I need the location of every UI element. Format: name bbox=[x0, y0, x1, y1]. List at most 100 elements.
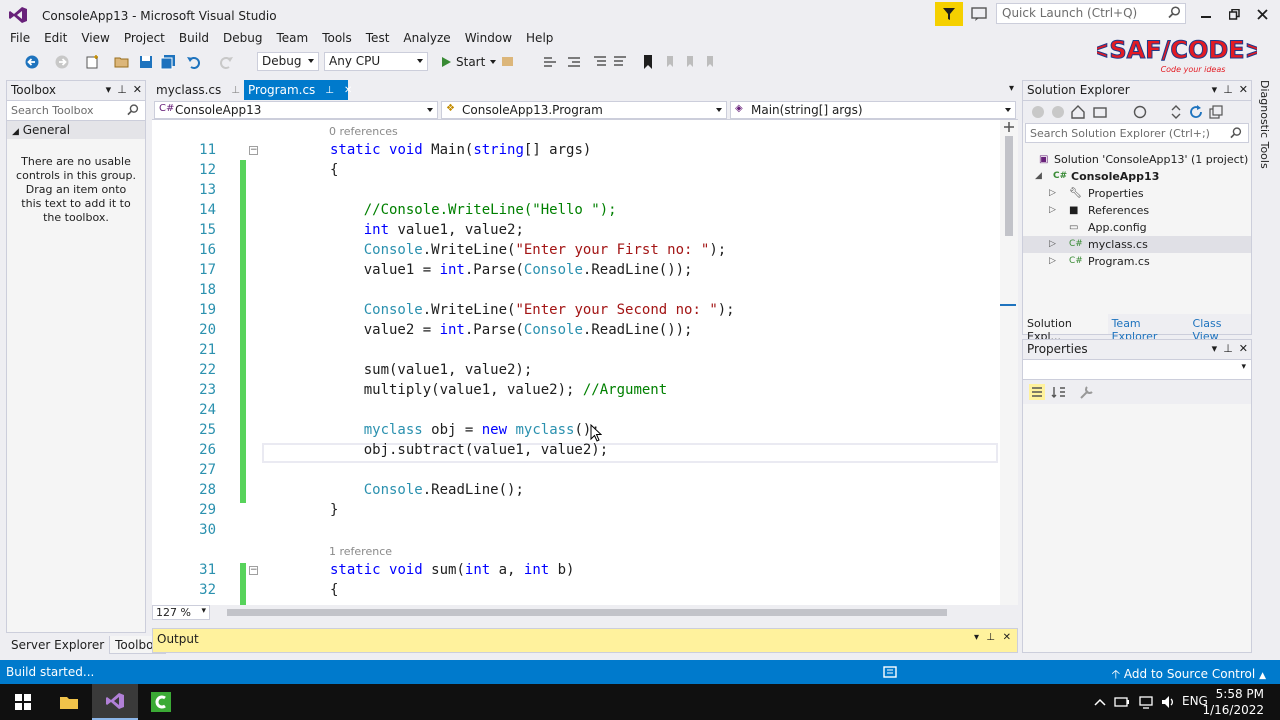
save-all-icon[interactable] bbox=[160, 54, 176, 70]
switch-views-icon[interactable] bbox=[1093, 105, 1107, 119]
close-tab-icon[interactable]: ✕ bbox=[344, 85, 352, 96]
code-line[interactable]: 12 { bbox=[152, 160, 1002, 180]
pending-changes-filter-icon[interactable] bbox=[1133, 105, 1147, 119]
diagnostic-tools-tab[interactable]: Diagnostic Tools bbox=[1256, 80, 1274, 170]
tab-class-view[interactable]: Class View bbox=[1189, 314, 1251, 343]
tab-myclass-cs[interactable]: myclass.cs ⊥ bbox=[152, 80, 244, 100]
code-line[interactable]: 29} bbox=[152, 500, 1002, 520]
code-line[interactable]: 31 static void sum(int a, int b) bbox=[152, 560, 1002, 580]
redo-icon[interactable] bbox=[218, 54, 234, 70]
toolbox-search-input[interactable]: Search Toolbox bbox=[7, 101, 145, 121]
menu-test[interactable]: Test bbox=[359, 30, 397, 48]
taskbar-clock[interactable]: 5:58 PM 1/16/2022 bbox=[1202, 686, 1264, 718]
close-window-button[interactable] bbox=[1252, 4, 1272, 24]
pin-icon[interactable]: ⊥ bbox=[117, 83, 127, 96]
menu-team[interactable]: Team bbox=[269, 30, 315, 48]
solution-platform-select[interactable]: Any CPU bbox=[324, 52, 428, 71]
tree-item-myclass-cs[interactable]: ▷ C# myclass.cs bbox=[1023, 236, 1251, 253]
menu-view[interactable]: View bbox=[74, 30, 116, 48]
menu-file[interactable]: File bbox=[0, 30, 37, 48]
home-icon[interactable] bbox=[1071, 105, 1085, 119]
close-icon[interactable]: ✕ bbox=[133, 83, 142, 96]
menu-build[interactable]: Build bbox=[172, 30, 216, 48]
clear-bookmarks-icon[interactable] bbox=[702, 54, 718, 70]
project-navigation-select[interactable]: C# ConsoleApp13 bbox=[154, 101, 438, 119]
code-line[interactable]: 11 static void Main(string[] args) bbox=[152, 140, 1002, 160]
collapse-all-icon[interactable] bbox=[1209, 105, 1223, 119]
toolbox-group-general[interactable]: ◢ General bbox=[7, 121, 145, 139]
forward-icon[interactable] bbox=[1051, 105, 1065, 119]
code-line[interactable]: 15 int value1, value2; bbox=[152, 220, 1002, 240]
code-line[interactable]: 30 bbox=[152, 520, 1002, 540]
tree-item-properties[interactable]: ▷ 🔧︎ Properties bbox=[1023, 185, 1251, 202]
pin-icon[interactable]: ⊥ bbox=[1223, 83, 1233, 96]
taskbar-camtasia[interactable] bbox=[138, 684, 184, 720]
tree-item-app-config[interactable]: ▭ App.config bbox=[1023, 219, 1251, 236]
previous-bookmark-icon[interactable] bbox=[662, 54, 678, 70]
code-line[interactable]: 27 bbox=[152, 460, 1002, 480]
scrollbar-thumb[interactable] bbox=[1005, 136, 1013, 236]
feedback-icon[interactable] bbox=[970, 5, 988, 23]
code-line[interactable]: 32 { bbox=[152, 580, 1002, 600]
collapsed-arrow-icon[interactable]: ▷ bbox=[1049, 253, 1056, 270]
tree-item-program-cs[interactable]: ▷ C# Program.cs bbox=[1023, 253, 1251, 270]
close-icon[interactable]: ✕ bbox=[1003, 632, 1011, 643]
show-hidden-icons-icon[interactable] bbox=[1092, 694, 1108, 710]
codelens-references[interactable]: 0 references bbox=[329, 125, 398, 141]
code-line[interactable]: 23 multiply(value1, value2); //Argument bbox=[152, 380, 1002, 400]
window-position-icon[interactable]: ▾ bbox=[106, 83, 112, 96]
taskbar-file-explorer[interactable] bbox=[46, 684, 92, 720]
add-to-source-control-button[interactable]: 🡡︎ Add to Source Control ▲ bbox=[1111, 665, 1266, 686]
property-pages-icon[interactable] bbox=[1079, 384, 1095, 400]
member-navigation-select[interactable]: ◈ Main(string[] args) bbox=[730, 101, 1016, 119]
close-icon[interactable]: ✕ bbox=[1239, 83, 1248, 96]
editor-vertical-scrollbar[interactable] bbox=[1000, 120, 1018, 605]
collapsed-arrow-icon[interactable]: ▷ bbox=[1049, 202, 1056, 219]
close-icon[interactable]: ✕ bbox=[1239, 342, 1248, 355]
quick-launch-input[interactable]: Quick Launch (Ctrl+Q) bbox=[996, 3, 1186, 24]
menu-edit[interactable]: Edit bbox=[37, 30, 74, 48]
taskbar-visual-studio[interactable] bbox=[92, 684, 138, 720]
start-debugging-button[interactable]: Start bbox=[440, 53, 497, 71]
expanded-arrow-icon[interactable]: ◢ bbox=[1035, 168, 1042, 185]
minimize-button[interactable] bbox=[1196, 4, 1216, 24]
code-line[interactable]: 14 //Console.WriteLine("Hello "); bbox=[152, 200, 1002, 220]
menu-help[interactable]: Help bbox=[519, 30, 560, 48]
save-icon[interactable] bbox=[138, 54, 154, 70]
volume-icon[interactable] bbox=[1160, 694, 1176, 710]
uncomment-icon[interactable] bbox=[612, 54, 628, 70]
navigate-back-icon[interactable] bbox=[24, 54, 40, 70]
tree-item-references[interactable]: ▷ ■ References bbox=[1023, 202, 1251, 219]
navigate-forward-icon[interactable] bbox=[54, 54, 70, 70]
comment-out-icon[interactable] bbox=[592, 54, 608, 70]
tab-overflow-icon[interactable]: ▾ bbox=[1009, 83, 1014, 94]
notification-filter-button[interactable] bbox=[935, 2, 963, 26]
browser-link-icon[interactable] bbox=[500, 54, 516, 70]
code-line[interactable]: 16 Console.WriteLine("Enter your First n… bbox=[152, 240, 1002, 260]
refresh-icon[interactable] bbox=[1189, 105, 1203, 119]
code-line[interactable]: 22 sum(value1, value2); bbox=[152, 360, 1002, 380]
categorized-icon[interactable] bbox=[1029, 384, 1045, 400]
open-file-icon[interactable] bbox=[114, 54, 130, 70]
tab-program-cs[interactable]: Program.cs ⊥ ✕ bbox=[244, 80, 352, 100]
code-line[interactable]: 13 bbox=[152, 180, 1002, 200]
new-project-icon[interactable] bbox=[84, 54, 100, 70]
menu-window[interactable]: Window bbox=[458, 30, 519, 48]
sync-icon[interactable] bbox=[1169, 105, 1183, 119]
code-line[interactable]: 19 Console.WriteLine("Enter your Second … bbox=[152, 300, 1002, 320]
pin-icon[interactable]: ⊥ bbox=[986, 632, 995, 643]
properties-object-select[interactable]: ▾ bbox=[1023, 360, 1251, 380]
solution-configuration-select[interactable]: Debug bbox=[257, 52, 319, 71]
alphabetical-icon[interactable] bbox=[1051, 384, 1067, 400]
menu-debug[interactable]: Debug bbox=[216, 30, 269, 48]
code-line[interactable]: 28 Console.ReadLine(); bbox=[152, 480, 1002, 500]
window-position-icon[interactable]: ▾ bbox=[1212, 83, 1218, 96]
network-icon[interactable] bbox=[1138, 694, 1154, 710]
code-line[interactable]: 20 value2 = int.Parse(Console.ReadLine()… bbox=[152, 320, 1002, 340]
bookmark-icon[interactable] bbox=[640, 54, 656, 70]
tab-team-explorer[interactable]: Team Explorer bbox=[1108, 314, 1189, 343]
split-window-icon[interactable] bbox=[1004, 122, 1014, 132]
menu-project[interactable]: Project bbox=[117, 30, 172, 48]
battery-icon[interactable] bbox=[1114, 694, 1130, 710]
tab-solution-explorer[interactable]: Solution Expl... bbox=[1023, 314, 1108, 343]
